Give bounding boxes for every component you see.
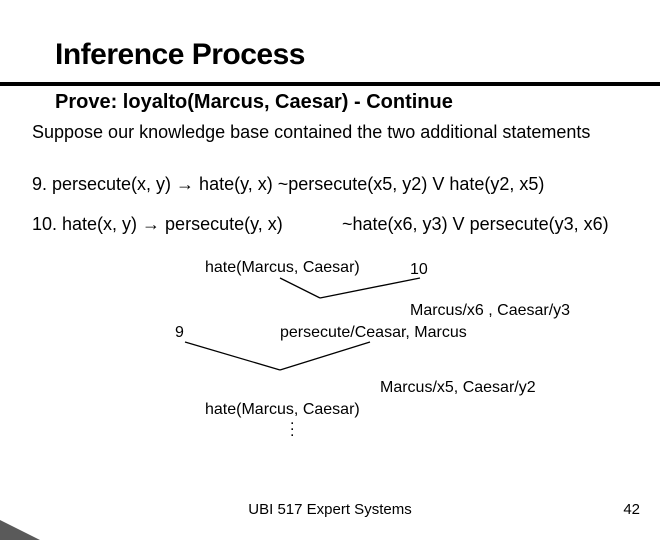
derivation-result-1: persecute/Ceasar, Marcus [280,324,467,342]
vee-connector-1 [280,278,420,300]
derivation-label-10: 10 [410,261,428,279]
vertical-dots-icon: ... [290,417,294,435]
corner-triangle-icon [0,520,40,540]
slide-title: Inference Process [55,38,305,72]
footer-text: UBI 517 Expert Systems [0,501,660,518]
intro-text: Suppose our knowledge base contained the… [32,122,622,143]
substitution-2: Marcus/x5, Caesar/y2 [380,379,536,397]
derivation-result-2: hate(Marcus, Caesar) [205,401,360,419]
slide: Inference Process Prove: loyalto(Marcus,… [0,0,660,540]
title-underline [0,82,660,86]
statement-10: 10. hate(x, y) → persecute(y, x) [32,214,283,235]
derivation-top: hate(Marcus, Caesar) [205,259,360,277]
clause-10: ~hate(x6, y3) V persecute(y3, x6) [342,214,609,235]
page-number: 42 [623,501,640,518]
statement-9: 9. persecute(x, y) → hate(y, x) ~persecu… [32,174,544,195]
derivation-label-9: 9 [175,324,184,342]
substitution-1: Marcus/x6 , Caesar/y3 [410,302,570,320]
slide-subtitle: Prove: loyalto(Marcus, Caesar) - Continu… [55,91,453,114]
vee-connector-2 [180,342,370,372]
